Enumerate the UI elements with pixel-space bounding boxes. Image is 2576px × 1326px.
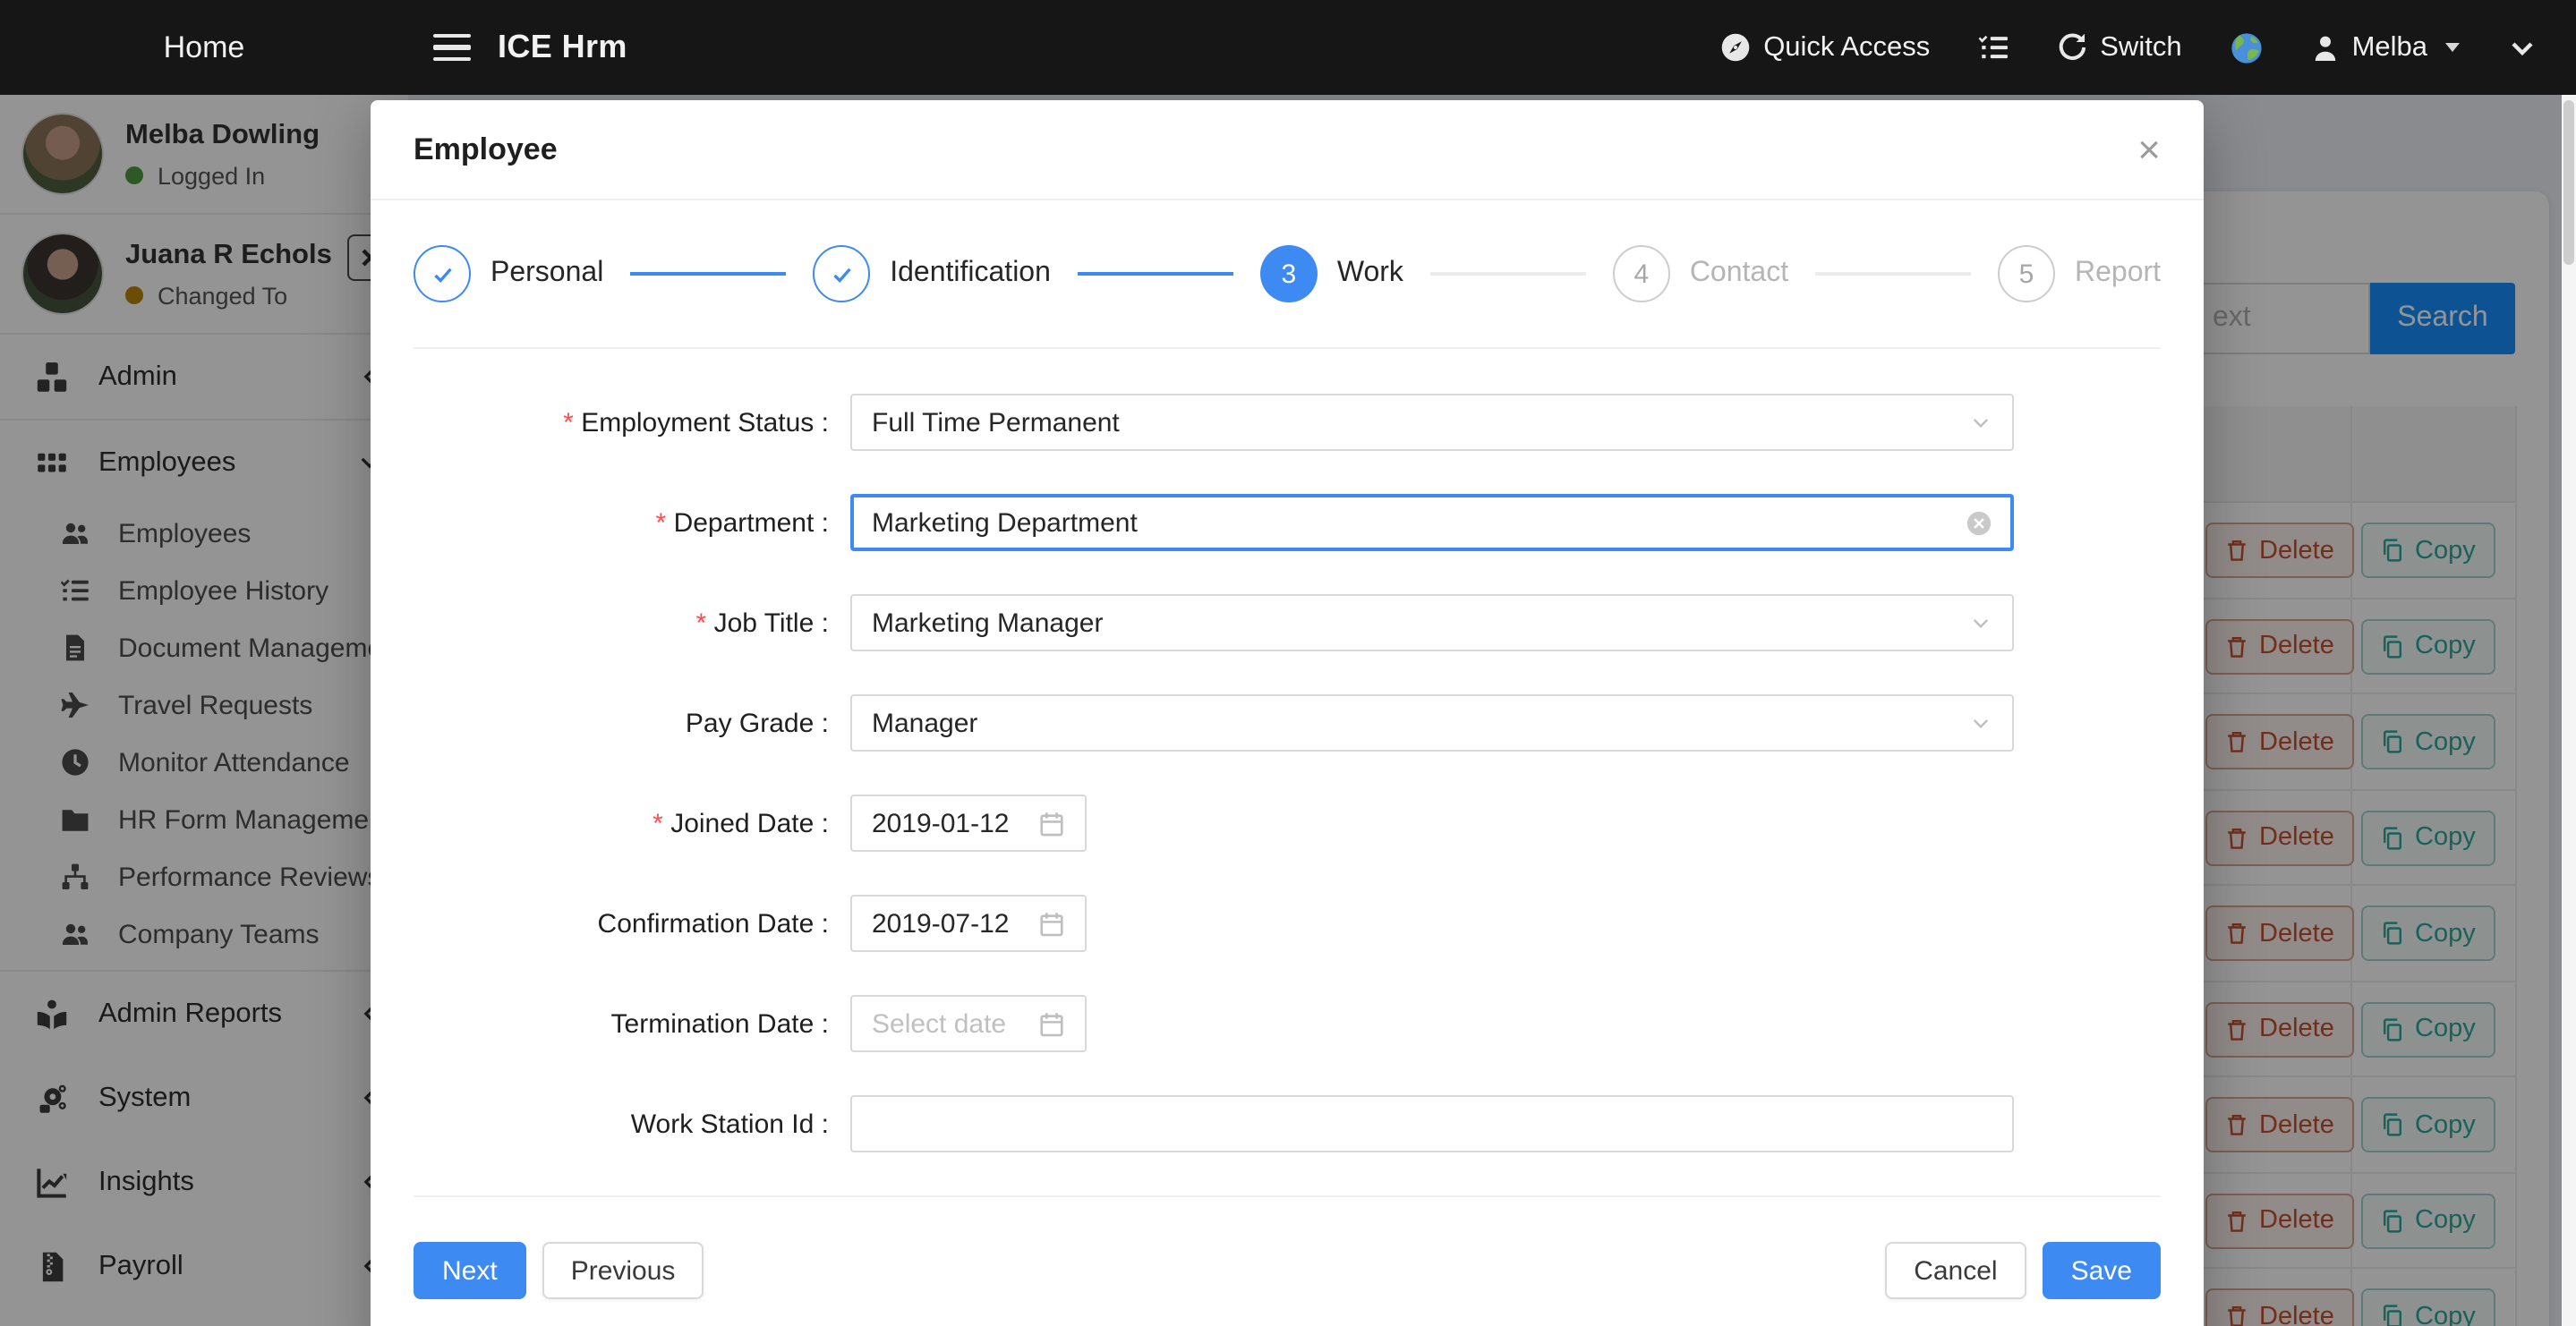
close-icon[interactable]: × <box>2137 130 2161 169</box>
switch-icon <box>2057 32 2087 63</box>
department-row: Department Marketing Department <box>414 494 2161 551</box>
check-icon <box>828 260 855 287</box>
joined-date-input[interactable]: 2019-01-12 <box>850 795 1087 852</box>
modal-title: Employee <box>414 132 558 167</box>
chevron-down-icon <box>1969 411 1992 434</box>
field-label: Termination Date <box>414 1008 850 1039</box>
modal-footer: Next Previous Cancel Save <box>371 1197 2204 1299</box>
field-label: Confirmation Date <box>414 908 850 939</box>
user-menu[interactable]: Melba <box>2311 31 2460 64</box>
switch-label: Switch <box>2100 31 2181 64</box>
termination-date-input[interactable]: Select date <box>850 995 1087 1052</box>
step-label: Work <box>1337 258 1403 290</box>
app-screen: Home ICE Hrm Quick Access Switch Melba <box>0 0 2576 1326</box>
chevron-down-icon <box>2508 33 2537 62</box>
step-connector <box>1815 272 1971 276</box>
step-connector <box>1430 272 1586 276</box>
step-label: Report <box>2075 258 2161 290</box>
pay-grade-row: Pay Grade Manager <box>414 694 2161 752</box>
work-station-id-row: Work Station Id <box>414 1095 2161 1152</box>
quick-access-label: Quick Access <box>1763 31 1930 64</box>
cancel-button[interactable]: Cancel <box>1885 1242 2026 1299</box>
chevron-down-icon <box>1969 611 1992 634</box>
quick-access-button[interactable]: Quick Access <box>1720 31 1930 64</box>
pay-grade-select[interactable]: Manager <box>850 694 2014 752</box>
save-button[interactable]: Save <box>2043 1242 2161 1299</box>
language-globe-button[interactable] <box>2231 31 2263 64</box>
navbar-right: Quick Access Switch Melba <box>1720 31 2537 64</box>
department-select[interactable]: Marketing Department <box>850 494 2014 551</box>
user-menu-label: Melba <box>2352 31 2427 64</box>
step-number-circle: 5 <box>1998 245 2055 302</box>
modal-body: Employment Status Full Time Permanent De… <box>371 349 2204 1152</box>
compass-icon <box>1720 32 1751 63</box>
confirmation-date-row: Confirmation Date 2019-07-12 <box>414 895 2161 952</box>
calendar-icon <box>1038 910 1065 937</box>
navbar-collapse-button[interactable] <box>2508 33 2537 62</box>
field-label: Work Station Id <box>414 1109 850 1139</box>
calendar-icon <box>1038 1010 1065 1037</box>
step-work[interactable]: 3 Work <box>1260 245 1403 302</box>
employment-status-select[interactable]: Full Time Permanent <box>850 394 2014 451</box>
app-brand: ICE Hrm <box>498 29 627 66</box>
scrollbar-thumb[interactable] <box>2563 100 2574 265</box>
employee-modal: Employee × Personal Identification 3 Wor… <box>371 100 2204 1326</box>
employment-status-row: Employment Status Full Time Permanent <box>414 394 2161 451</box>
field-label: Job Title <box>414 608 850 638</box>
tasks-button[interactable] <box>1978 32 2009 63</box>
step-connector <box>1078 272 1233 276</box>
step-check-circle <box>414 245 471 302</box>
confirmation-date-input[interactable]: 2019-07-12 <box>850 895 1087 952</box>
joined-date-row: Joined Date 2019-01-12 <box>414 795 2161 852</box>
nav-home[interactable]: Home <box>0 30 408 65</box>
step-check-circle <box>813 245 870 302</box>
termination-date-row: Termination Date Select date <box>414 995 2161 1052</box>
modal-header: Employee × <box>371 100 2204 200</box>
previous-button[interactable]: Previous <box>542 1242 704 1299</box>
step-personal[interactable]: Personal <box>414 245 603 302</box>
switch-user-button[interactable]: Switch <box>2057 31 2181 64</box>
job-title-select[interactable]: Marketing Manager <box>850 594 2014 651</box>
step-number-circle: 4 <box>1613 245 1670 302</box>
step-label: Personal <box>490 258 603 290</box>
calendar-icon <box>1038 810 1065 837</box>
step-label: Identification <box>890 258 1051 290</box>
step-identification[interactable]: Identification <box>813 245 1051 302</box>
check-icon <box>429 260 456 287</box>
caret-down-icon <box>2445 43 2460 52</box>
work-station-id-input[interactable] <box>850 1095 2014 1152</box>
field-label: Pay Grade <box>414 708 850 738</box>
job-title-row: Job Title Marketing Manager <box>414 594 2161 651</box>
hamburger-menu-icon[interactable] <box>433 33 471 62</box>
step-label: Contact <box>1690 258 1788 290</box>
clear-icon[interactable] <box>1966 509 1992 536</box>
step-connector <box>630 272 786 276</box>
step-report[interactable]: 5 Report <box>1998 245 2161 302</box>
checklist-icon <box>1978 32 2009 63</box>
scrollbar[interactable] <box>2562 95 2576 1326</box>
user-icon <box>2311 33 2340 62</box>
field-label: Department <box>414 507 850 538</box>
step-contact[interactable]: 4 Contact <box>1613 245 1788 302</box>
wizard-steps: Personal Identification 3 Work 4 Contact <box>414 200 2161 349</box>
chevron-down-icon <box>1969 711 1992 735</box>
top-navbar: Home ICE Hrm Quick Access Switch Melba <box>0 0 2576 95</box>
step-number-circle: 3 <box>1260 245 1318 302</box>
globe-icon <box>2231 31 2263 64</box>
field-label: Joined Date <box>414 808 850 838</box>
field-label: Employment Status <box>414 407 850 438</box>
next-button[interactable]: Next <box>414 1242 526 1299</box>
